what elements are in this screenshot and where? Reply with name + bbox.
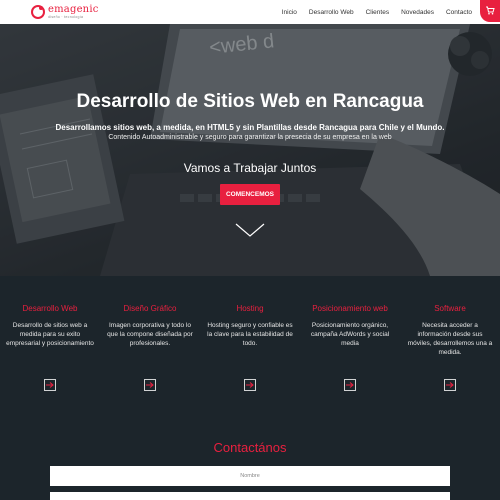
service-description: Posicionamiento orgánico, campaña AdWord… [310, 322, 390, 348]
next-form-field[interactable] [50, 492, 450, 500]
service-posicionamiento-web: Posicionamiento web Posicionamiento orgá… [306, 304, 394, 348]
service-title: Desarrollo Web [22, 304, 78, 313]
nav-item-desarrollo-web[interactable]: Desarrollo Web [309, 9, 354, 16]
cart-icon [485, 2, 495, 20]
comencemos-button[interactable]: COMENCEMOS [220, 184, 280, 205]
services-section: Desarrollo Web Desarrollo de sitios web … [0, 276, 500, 400]
nav-item-contacto[interactable]: Contacto [446, 9, 472, 16]
service-description: Necesita acceder a información desde sus… [407, 322, 493, 357]
logo-icon [30, 4, 46, 20]
service-description: Imagen corporativa y todo lo que la comp… [107, 322, 193, 348]
service-title: Software [434, 304, 466, 313]
service-title: Hosting [236, 304, 264, 313]
hero-title: Desarrollo de Sitios Web en Rancagua [76, 91, 424, 112]
name-field[interactable] [50, 466, 450, 486]
contact-section: Contactános [0, 400, 500, 500]
nav-item-inicio[interactable]: Inicio [282, 9, 297, 16]
nav-item-novedades[interactable]: Novedades [401, 9, 434, 16]
main-menu: Inicio Desarrollo Web Clientes Novedades… [282, 0, 472, 24]
service-hosting: Hosting Hosting seguro y confiable es la… [206, 304, 294, 348]
service-diseno-grafico: Diseño Gráfico Imagen corporativa y todo… [106, 304, 194, 348]
top-navbar: emagenic diseño · tecnología Inicio Desa… [0, 0, 500, 24]
service-title: Posicionamiento web [312, 304, 388, 313]
arrow-right-icon[interactable] [44, 378, 56, 391]
service-software: Software Necesita acceder a información … [406, 304, 494, 357]
logo-name: emagenic [48, 3, 99, 15]
arrow-right-icon[interactable] [144, 378, 156, 391]
chevron-down-icon[interactable] [234, 222, 266, 238]
service-title: Diseño Gráfico [123, 304, 177, 313]
hero-subtitle: Contenido Autoadministrable y seguro par… [108, 134, 392, 141]
cart-button[interactable] [480, 0, 500, 22]
logo[interactable]: emagenic diseño · tecnología [30, 0, 99, 24]
service-description: Desarrollo de sitios web a medida para s… [6, 322, 94, 348]
hero-section: <web d Desarrollo de Sitios Web en Ranca… [0, 24, 500, 276]
service-desarrollo-web: Desarrollo Web Desarrollo de sitios web … [6, 304, 94, 348]
logo-tagline: diseño · tecnología [48, 14, 84, 19]
hero-cta-text: Vamos a Trabajar Juntos [183, 161, 317, 175]
arrow-right-icon[interactable] [444, 378, 456, 391]
nav-item-clientes[interactable]: Clientes [366, 9, 389, 16]
contact-title: Contactános [213, 440, 287, 455]
service-description: Hosting seguro y confiable es la clave p… [207, 322, 293, 348]
arrow-right-icon[interactable] [344, 378, 356, 391]
hero-subtitle-bold: Desarrollamos sitios web, a medida, en H… [55, 123, 445, 132]
arrow-right-icon[interactable] [244, 378, 256, 391]
